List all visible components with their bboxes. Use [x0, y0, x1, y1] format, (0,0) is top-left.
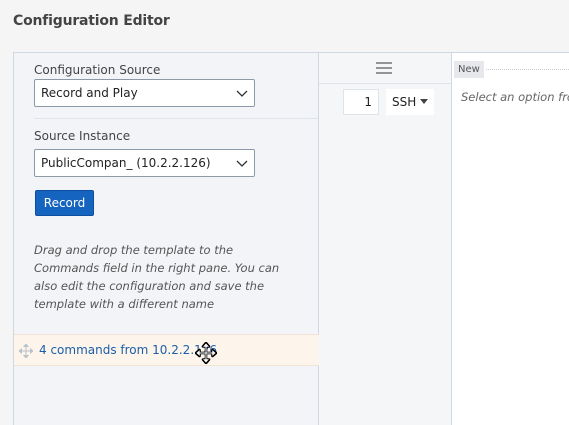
source-instance-value: PublicCompan_ (10.2.2.126) [41, 156, 211, 170]
new-tag[interactable]: New [454, 61, 484, 78]
record-button[interactable]: Record [35, 190, 94, 216]
move-icon[interactable] [19, 344, 33, 358]
protocol-select[interactable]: SSH [386, 89, 434, 115]
protocol-value: SSH [392, 95, 417, 109]
drag-drop-hint: Drag and drop the template to the Comman… [34, 243, 280, 311]
move-cursor-icon [195, 342, 217, 364]
editor-container: Configuration Source Record and Play Sou… [13, 52, 569, 425]
hamburger-menu-icon[interactable] [376, 61, 392, 75]
config-source-select[interactable]: Record and Play [34, 79, 255, 107]
gutter-header-divider [319, 83, 451, 84]
left-pane: Configuration Source Record and Play Sou… [13, 53, 319, 425]
command-item-label[interactable]: 4 commands from 10.2.2.126 [39, 343, 217, 357]
config-source-label: Configuration Source [34, 63, 161, 77]
commands-placeholder: Select an option from [461, 90, 569, 104]
page-title: Configuration Editor [13, 13, 170, 29]
section-divider [34, 118, 318, 119]
config-source-value: Record and Play [41, 86, 138, 100]
line-number-field[interactable]: 1 [343, 89, 379, 115]
commands-gutter: 1 SSH [319, 53, 452, 425]
tab-strip-divider [486, 69, 569, 70]
chevron-down-icon [236, 90, 248, 97]
commands-pane: New Select an option from [452, 53, 569, 425]
source-instance-label: Source Instance [34, 129, 131, 143]
command-list-item[interactable]: 4 commands from 10.2.2.126 [14, 334, 319, 366]
chevron-down-icon [236, 160, 248, 167]
caret-down-icon [420, 99, 428, 104]
source-instance-select[interactable]: PublicCompan_ (10.2.2.126) [34, 149, 255, 177]
